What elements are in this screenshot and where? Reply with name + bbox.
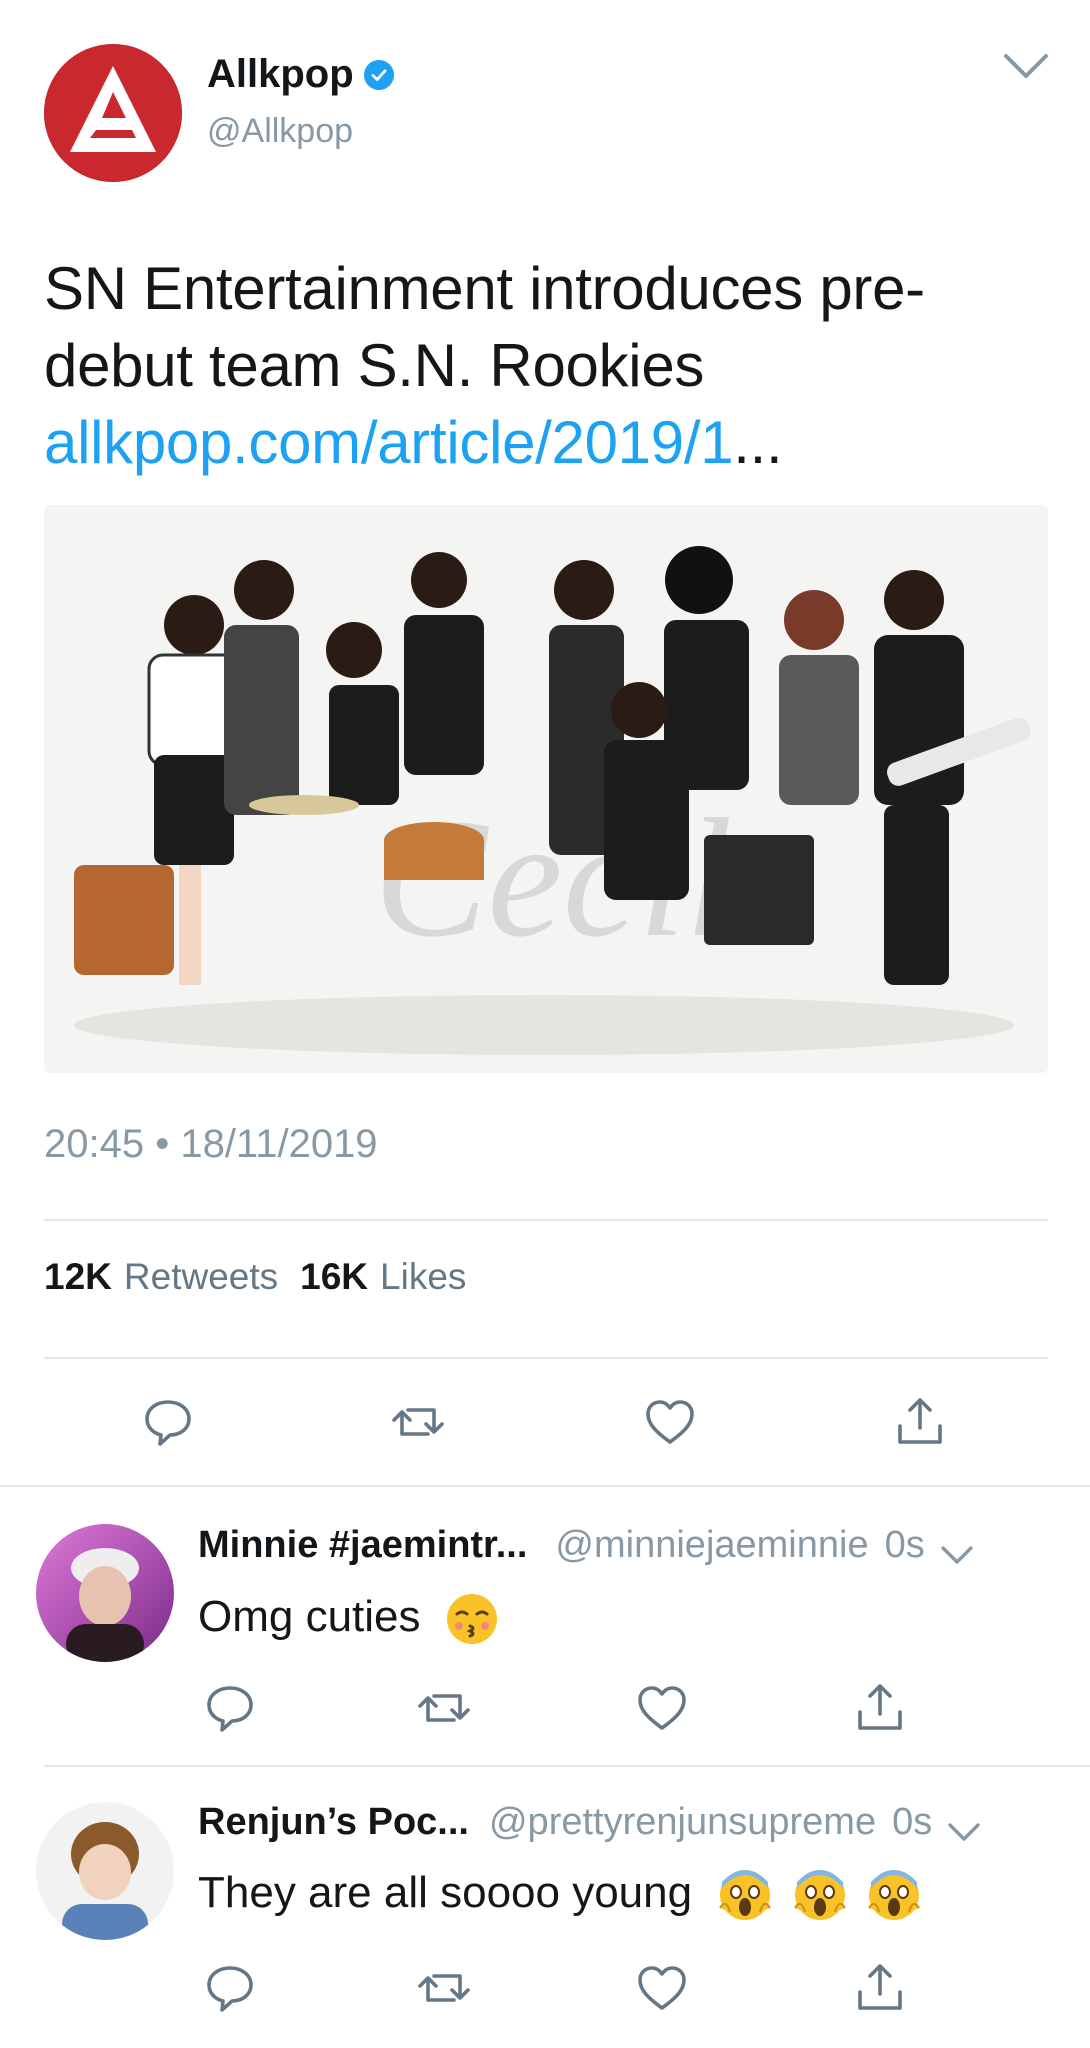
tweet-link[interactable]: allkpop.com/article/2019/1: [44, 409, 734, 476]
likes-stat[interactable]: 16K Likes: [300, 1256, 466, 1298]
share-button[interactable]: [852, 1960, 908, 2016]
heart-icon: [638, 1966, 686, 2010]
like-button[interactable]: [634, 1960, 690, 2016]
link-ellipsis: ...: [733, 409, 783, 476]
reply-button[interactable]: [140, 1394, 196, 1450]
share-button[interactable]: [852, 1680, 908, 1736]
divider: [44, 1765, 1090, 1767]
avatar[interactable]: [44, 44, 182, 182]
kissing-face-emoji-icon: [445, 1592, 499, 1646]
retweet-button[interactable]: [416, 1680, 472, 1736]
reply-text-content: They are all soooo young: [198, 1868, 693, 1917]
author-handle[interactable]: @Allkpop: [207, 112, 353, 151]
reply-header: Renjun’s Poc... @prettyrenjunsupreme 0s: [198, 1801, 982, 1844]
retweet-icon: [392, 1408, 444, 1436]
user-avatar-image: [36, 1802, 174, 1940]
tweet-text-line: SN Entertainment introduces pre-: [44, 255, 925, 322]
tweet-stats: 12K Retweets 16K Likes: [44, 1256, 466, 1298]
author-name-text: Allkpop: [207, 52, 354, 96]
author-display-name[interactable]: Allkpop: [207, 52, 394, 97]
share-icon: [858, 1964, 902, 2010]
reply-icon: [145, 1400, 191, 1446]
divider: [44, 1357, 1048, 1359]
screaming-face-emoji-icon: [793, 1868, 847, 1922]
tweet-media-image[interactable]: Cecil: [44, 505, 1048, 1073]
tweet-text-line: debut team S.N. Rookies: [44, 332, 705, 399]
tweet-text: SN Entertainment introduces pre- debut t…: [44, 250, 1054, 481]
like-button[interactable]: [634, 1680, 690, 1736]
reply-avatar[interactable]: [36, 1524, 174, 1662]
retweet-icon: [418, 1694, 470, 1722]
chevron-down-icon[interactable]: [946, 1811, 982, 1841]
tweet-timestamp: 20:45 • 18/11/2019: [44, 1122, 378, 1166]
user-avatar-image: [36, 1524, 174, 1662]
reply-button[interactable]: [202, 1680, 258, 1736]
heart-icon: [646, 1400, 694, 1444]
retweets-label: Retweets: [123, 1256, 279, 1297]
allkpop-logo-icon: [44, 44, 182, 182]
reply-header: Minnie #jaemintr... @minniejaeminnie 0s: [198, 1524, 975, 1567]
retweet-button[interactable]: [416, 1960, 472, 2016]
reply-display-name[interactable]: Minnie #jaemintr...: [198, 1524, 527, 1567]
share-icon: [858, 1684, 902, 1730]
reply-avatar[interactable]: [36, 1802, 174, 1940]
reply-text: Omg cuties: [198, 1592, 499, 1646]
reply-handle[interactable]: @prettyrenjunsupreme: [489, 1801, 876, 1844]
divider: [0, 1485, 1090, 1487]
reply-time: 0s: [892, 1801, 933, 1843]
likes-count: 16K: [300, 1256, 369, 1297]
share-button[interactable]: [892, 1394, 948, 1450]
reply-text-content: Omg cuties: [198, 1592, 421, 1641]
screaming-face-emoji-icon: [718, 1868, 772, 1922]
reply-handle[interactable]: @minniejaeminnie: [555, 1524, 868, 1567]
heart-icon: [638, 1686, 686, 1730]
reply-icon: [207, 1686, 253, 1732]
chevron-down-icon[interactable]: [1000, 48, 1052, 84]
reply-display-name[interactable]: Renjun’s Poc...: [198, 1801, 469, 1844]
chevron-down-icon[interactable]: [939, 1534, 975, 1564]
retweets-count: 12K: [44, 1256, 112, 1297]
group-photo-image: Cecil: [44, 505, 1048, 1073]
verified-badge-icon: [363, 59, 394, 90]
like-button[interactable]: [642, 1394, 698, 1450]
retweets-stat[interactable]: 12K Retweets: [44, 1256, 278, 1298]
reply-time: 0s: [884, 1524, 925, 1566]
retweet-icon: [418, 1974, 470, 2002]
divider: [44, 1219, 1048, 1221]
likes-label: Likes: [380, 1256, 467, 1297]
reply-text: They are all soooo young: [198, 1868, 921, 1922]
reply-icon: [207, 1966, 253, 2012]
retweet-button[interactable]: [390, 1394, 446, 1450]
screaming-face-emoji-icon: [867, 1868, 921, 1922]
share-icon: [898, 1398, 942, 1444]
reply-button[interactable]: [202, 1960, 258, 2016]
